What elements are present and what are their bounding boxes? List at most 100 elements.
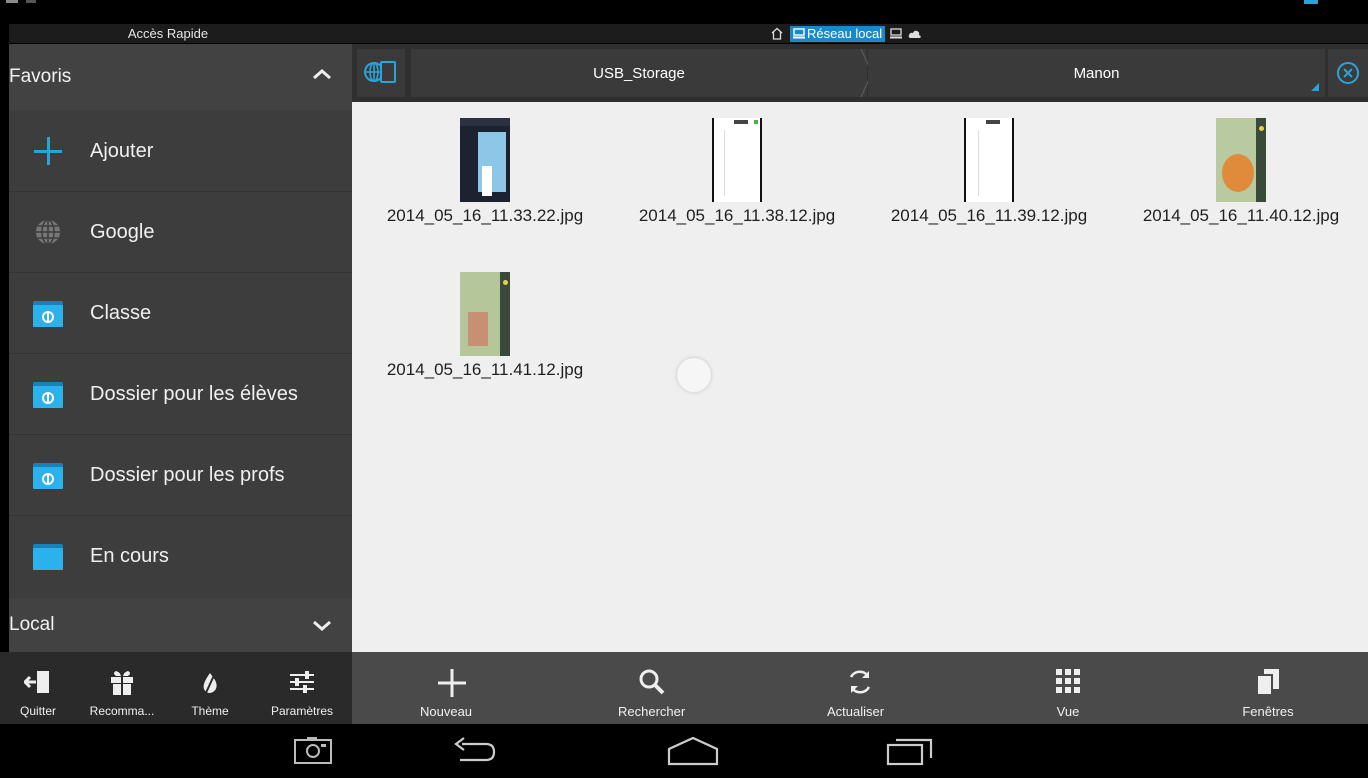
sidebar-item-label: Dossier pour les profs xyxy=(90,463,285,486)
theme-button[interactable]: Thème xyxy=(168,652,252,724)
search-icon xyxy=(639,669,665,695)
new-button[interactable]: Nouveau xyxy=(352,652,552,724)
search-label: Rechercher xyxy=(618,704,686,719)
network-location[interactable]: Réseau local xyxy=(770,24,922,43)
breadcrumb-manon[interactable]: Manon xyxy=(868,49,1325,97)
sidebar-item-label: En cours xyxy=(90,544,169,567)
refresh-icon xyxy=(849,670,871,694)
image-thumbnail xyxy=(1216,118,1266,202)
settings-button[interactable]: Paramètres xyxy=(252,652,352,724)
sidebar-item-en-cours[interactable]: En cours xyxy=(9,516,352,596)
chevron-up-icon[interactable] xyxy=(312,68,332,80)
view-button[interactable]: Vue xyxy=(968,652,1168,724)
folder-icon xyxy=(33,541,63,571)
loading-spinner xyxy=(677,358,711,392)
theme-label: Thème xyxy=(191,704,229,718)
sidebar-item-teacher-folder[interactable]: Dossier pour les profs xyxy=(9,435,352,516)
cloud-icon[interactable] xyxy=(908,29,922,39)
image-thumbnail xyxy=(460,272,510,356)
home-icon[interactable] xyxy=(770,27,784,40)
recommend-button[interactable]: Recomma... xyxy=(76,652,168,724)
status-strip xyxy=(0,0,1368,14)
status-icon xyxy=(1304,0,1318,4)
image-thumbnail xyxy=(460,118,510,202)
favorites-title: Favoris xyxy=(9,66,72,87)
storage-globe-device-icon xyxy=(364,61,396,83)
local-title: Local xyxy=(9,614,55,635)
file-grid: 2014_05_16_11.33.22.jpg 2014_05_16_11.38… xyxy=(352,102,1368,652)
sidebar-item-student-folder[interactable]: Dossier pour les élèves xyxy=(9,354,352,435)
network-tab-active[interactable]: Réseau local xyxy=(790,25,886,42)
network-folder-icon xyxy=(33,460,63,490)
sidebar-item-label: Classe xyxy=(90,301,152,324)
sidebar-item-label: Ajouter xyxy=(90,139,154,162)
breadcrumb-usb-storage[interactable]: USB_Storage xyxy=(411,49,867,97)
windows-button[interactable]: Fenêtres xyxy=(1168,652,1368,724)
computer-icon[interactable] xyxy=(890,28,903,39)
breadcrumb-label: Manon xyxy=(1073,64,1120,82)
local-header[interactable]: Local xyxy=(9,598,352,652)
status-icon xyxy=(6,0,18,3)
favorites-panel: Favoris Ajouter Google Classe Dossier po… xyxy=(9,44,352,652)
recent-apps-icon[interactable] xyxy=(886,736,934,766)
left-toolbar: Quitter Recomma... Thème Paramètres xyxy=(0,652,352,724)
sidebar-item-google[interactable]: Google xyxy=(9,192,352,273)
action-toolbar: Nouveau Rechercher Actualiser Vue Fenêtr… xyxy=(352,652,1368,724)
image-thumbnail xyxy=(964,118,1014,202)
exit-door-icon xyxy=(24,671,49,693)
file-name: 2014_05_16_11.40.12.jpg xyxy=(1142,206,1340,225)
recommend-label: Recomma... xyxy=(89,704,155,718)
storage-selector-button[interactable] xyxy=(357,49,405,97)
sliders-icon xyxy=(290,671,314,693)
home-icon[interactable] xyxy=(667,736,719,766)
back-icon[interactable] xyxy=(452,736,498,766)
computer-icon xyxy=(793,28,805,39)
status-icon xyxy=(26,0,36,3)
location-header: Réseau local xyxy=(352,24,1368,43)
close-window-button[interactable] xyxy=(1328,49,1368,97)
file-name: 2014_05_16_11.41.12.jpg xyxy=(386,360,584,379)
refresh-label: Actualiser xyxy=(827,704,885,719)
quit-label: Quitter xyxy=(19,704,56,718)
file-name: 2014_05_16_11.33.22.jpg xyxy=(386,206,584,225)
favorites-header[interactable]: Favoris xyxy=(9,44,352,110)
dropdown-indicator-icon xyxy=(1311,83,1319,91)
sidebar-item-label: Google xyxy=(90,220,155,243)
settings-label: Paramètres xyxy=(270,704,334,718)
gift-icon xyxy=(111,671,133,695)
quit-button[interactable]: Quitter xyxy=(0,652,76,724)
new-label: Nouveau xyxy=(420,704,473,719)
search-button[interactable]: Rechercher xyxy=(552,652,752,724)
sidebar-item-label: Dossier pour les élèves xyxy=(90,382,298,405)
file-item[interactable]: 2014_05_16_11.38.12.jpg xyxy=(612,118,862,227)
windows-label: Fenêtres xyxy=(1242,704,1294,719)
network-folder-icon xyxy=(33,379,63,409)
breadcrumb-label: USB_Storage xyxy=(593,64,685,82)
network-folder-icon xyxy=(33,298,63,328)
sidebar-item-classe[interactable]: Classe xyxy=(9,273,352,354)
windows-stack-icon xyxy=(1256,669,1279,696)
network-label: Réseau local xyxy=(807,25,883,41)
file-item[interactable]: 2014_05_16_11.41.12.jpg xyxy=(360,272,610,381)
file-item[interactable]: 2014_05_16_11.39.12.jpg xyxy=(864,118,1114,227)
file-name: 2014_05_16_11.39.12.jpg xyxy=(890,206,1088,225)
path-bar: USB_Storage Manon xyxy=(352,44,1368,102)
file-item[interactable]: 2014_05_16_11.40.12.jpg xyxy=(1116,118,1366,227)
image-thumbnail xyxy=(712,118,762,202)
file-item[interactable]: 2014_05_16_11.33.22.jpg xyxy=(360,118,610,227)
chevron-down-icon[interactable] xyxy=(312,620,332,632)
file-name: 2014_05_16_11.38.12.jpg xyxy=(638,206,836,225)
paint-drop-icon xyxy=(203,670,217,696)
refresh-button[interactable]: Actualiser xyxy=(760,652,960,724)
quick-access-title: Accès Rapide xyxy=(127,26,209,41)
screenshot-icon[interactable] xyxy=(293,736,333,766)
view-label: Vue xyxy=(1056,704,1080,719)
globe-icon xyxy=(33,217,63,247)
quick-access-header: Accès Rapide xyxy=(9,24,352,43)
grid-view-icon xyxy=(1056,669,1080,693)
plus-icon xyxy=(33,136,63,166)
close-circle-icon xyxy=(1337,62,1359,84)
plus-icon xyxy=(438,669,466,697)
system-navigation-bar xyxy=(0,724,1368,778)
sidebar-item-add[interactable]: Ajouter xyxy=(9,111,352,192)
